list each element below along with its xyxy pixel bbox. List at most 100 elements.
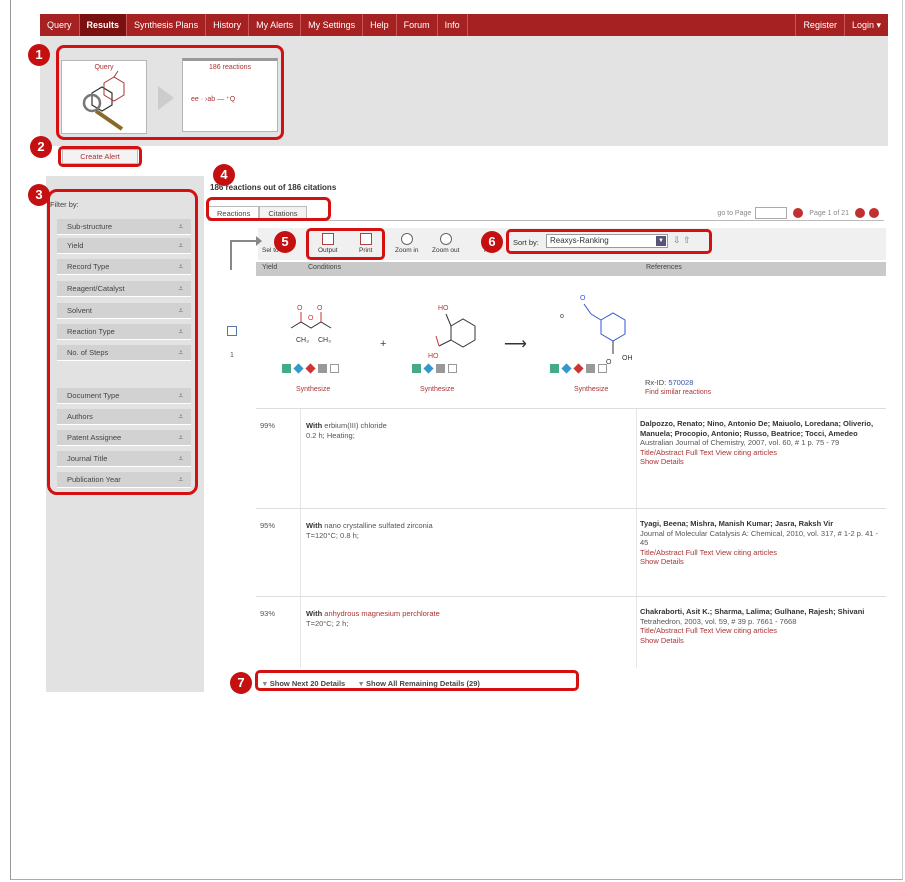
callout-box-2 <box>58 146 142 167</box>
callout-badge-7: 7 <box>230 672 252 694</box>
zoom-in-button[interactable]: Zoom in <box>395 233 418 254</box>
reaction-arrow-icon: ⟶ <box>504 336 527 353</box>
nav-help[interactable]: Help <box>363 14 397 36</box>
view-icon[interactable] <box>448 364 457 373</box>
svg-text:o: o <box>560 313 564 320</box>
callout-badge-1: 1 <box>28 44 50 66</box>
table-row: 93% With anhydrous magnesium perchlorate… <box>256 596 886 668</box>
prev-page-icon[interactable] <box>855 208 865 218</box>
diamond-icon[interactable] <box>561 363 572 374</box>
row-links[interactable]: Title/Abstract Full Text View citing art… <box>640 548 884 558</box>
svg-text:O: O <box>308 315 314 322</box>
condition-text: 0.2 h; Heating; <box>306 431 355 440</box>
row-authors: Tyagi, Beena; Mishra, Manish Kumar; Jasr… <box>640 519 834 528</box>
zoom-in-label: Zoom in <box>395 247 419 254</box>
next-page-icon[interactable] <box>869 208 879 218</box>
reactant1-icons <box>282 363 339 374</box>
rx-id-link[interactable]: 570028 <box>668 378 693 387</box>
grid-icon[interactable] <box>318 364 327 373</box>
nav-register[interactable]: Register <box>795 14 844 36</box>
view-icon[interactable] <box>598 364 607 373</box>
callout-box-3 <box>47 189 198 495</box>
row-citation: Tetrahedron, 2003, vol. 59, # 39 p. 7661… <box>640 616 797 626</box>
col-conditions: Conditions <box>308 264 342 271</box>
grid-icon[interactable] <box>586 364 595 373</box>
row-links[interactable]: Title/Abstract Full Text View citing art… <box>640 448 884 458</box>
row-yield: 93% <box>260 609 276 618</box>
nav-my-alerts[interactable]: My Alerts <box>249 14 302 36</box>
page-indicator: Page 1 of 21 <box>809 209 849 217</box>
callout-box-7 <box>255 670 579 691</box>
row-references: Tyagi, Beena; Mishra, Manish Kumar; Jasr… <box>640 519 884 567</box>
find-similar-reactions-link[interactable]: Find similar reactions <box>645 389 711 396</box>
row-citation: Australian Journal of Chemistry, 2007, v… <box>640 438 840 447</box>
show-details-link[interactable]: Show Details <box>640 557 884 567</box>
show-details-link[interactable]: Show Details <box>640 457 884 467</box>
acetic-anhydride-structure: O O O CH₃ CH₃ <box>290 305 332 344</box>
rx-id: Rx-ID: 570028 <box>645 378 693 387</box>
with-label: With <box>306 521 323 530</box>
pagination: go to Page Page 1 of 21 <box>717 207 881 219</box>
reagent-name[interactable]: erbium(III) chloride <box>324 421 387 430</box>
view-icon[interactable] <box>330 364 339 373</box>
nav-info[interactable]: Info <box>438 14 468 36</box>
diamond-icon[interactable] <box>293 363 304 374</box>
nav-synthesis-plans[interactable]: Synthesis Plans <box>127 14 207 36</box>
synthesize-link-1[interactable]: Synthesize <box>296 386 330 393</box>
show-details-link[interactable]: Show Details <box>640 636 884 646</box>
nav-my-settings[interactable]: My Settings <box>301 14 364 36</box>
callout-badge-3: 3 <box>28 184 50 206</box>
zoom-out-icon <box>439 233 452 245</box>
nav-history[interactable]: History <box>206 14 250 36</box>
go-button-icon[interactable] <box>793 208 804 218</box>
zoom-in-icon <box>400 233 413 245</box>
hazard-icon[interactable] <box>550 364 559 373</box>
nav-forum[interactable]: Forum <box>397 14 438 36</box>
zoom-out-button[interactable]: Zoom out <box>432 233 459 254</box>
row-links[interactable]: Title/Abstract Full Text View citing art… <box>640 626 884 636</box>
row-conditions: With nano crystalline sulfated zirconia T… <box>306 521 586 541</box>
synthesize-link-3[interactable]: Synthesize <box>574 386 608 393</box>
zoom-out-label: Zoom out <box>432 247 460 254</box>
condition-text: T=20°C; 2 h; <box>306 619 349 628</box>
row-yield: 99% <box>260 421 276 430</box>
table-row: 95% With nano crystalline sulfated zirco… <box>256 508 886 596</box>
condition-text: T=120°C; 0.8 h; <box>306 531 359 540</box>
row-citation: Journal of Molecular Catalysis A: Chemic… <box>640 528 879 548</box>
table-row: 99% With erbium(III) chloride 0.2 h; Heat… <box>256 408 886 508</box>
hazard-icon[interactable] <box>282 364 291 373</box>
callout-box-6 <box>506 229 712 254</box>
grid-icon[interactable] <box>436 364 445 373</box>
row-yield: 95% <box>260 521 276 530</box>
reaction-scheme: O O O CH₃ CH₃ + HO HO ⟶ O o O OH Synthes… <box>256 278 886 408</box>
column-divider <box>636 409 637 508</box>
hazard-icon[interactable] <box>412 364 421 373</box>
reagent-name[interactable]: nano crystalline sulfated zirconia <box>324 521 432 530</box>
top-nav: Query Results Synthesis Plans History My… <box>40 14 888 36</box>
row-authors: Dalpozzo, Renato; Nino, Antonio De; Maiu… <box>640 419 874 438</box>
nav-query[interactable]: Query <box>40 14 80 36</box>
nav-login[interactable]: Login ▾ <box>843 14 888 36</box>
row-references: Chakraborti, Asit K.; Sharma, Lalima; Gu… <box>640 607 884 645</box>
goto-page-label: go to Page <box>717 209 752 217</box>
diamond-icon[interactable] <box>423 363 434 374</box>
column-divider <box>300 597 301 668</box>
synthesize-link-2[interactable]: Synthesize <box>420 386 454 393</box>
reagent-name[interactable]: anhydrous magnesium perchlorate <box>324 609 439 618</box>
svg-text:CH₃: CH₃ <box>318 337 331 344</box>
row-conditions: With anhydrous magnesium perchlorate T=20… <box>306 609 586 629</box>
callout-box-5 <box>306 228 385 260</box>
callout-badge-4: 4 <box>213 164 235 186</box>
svg-text:O: O <box>580 295 586 302</box>
col-yield: Yield <box>262 264 278 271</box>
reaction-select-checkbox[interactable] <box>227 326 237 336</box>
goto-page-input[interactable] <box>755 207 788 219</box>
nav-results[interactable]: Results <box>79 14 128 36</box>
svg-text:HO: HO <box>428 353 439 360</box>
callout-box-4 <box>206 197 331 221</box>
svg-text:O: O <box>317 305 323 312</box>
rx-id-label: Rx-ID: <box>645 378 667 387</box>
product-icons <box>550 363 607 374</box>
nfpa-icon[interactable] <box>573 363 584 374</box>
nfpa-icon[interactable] <box>305 363 316 374</box>
